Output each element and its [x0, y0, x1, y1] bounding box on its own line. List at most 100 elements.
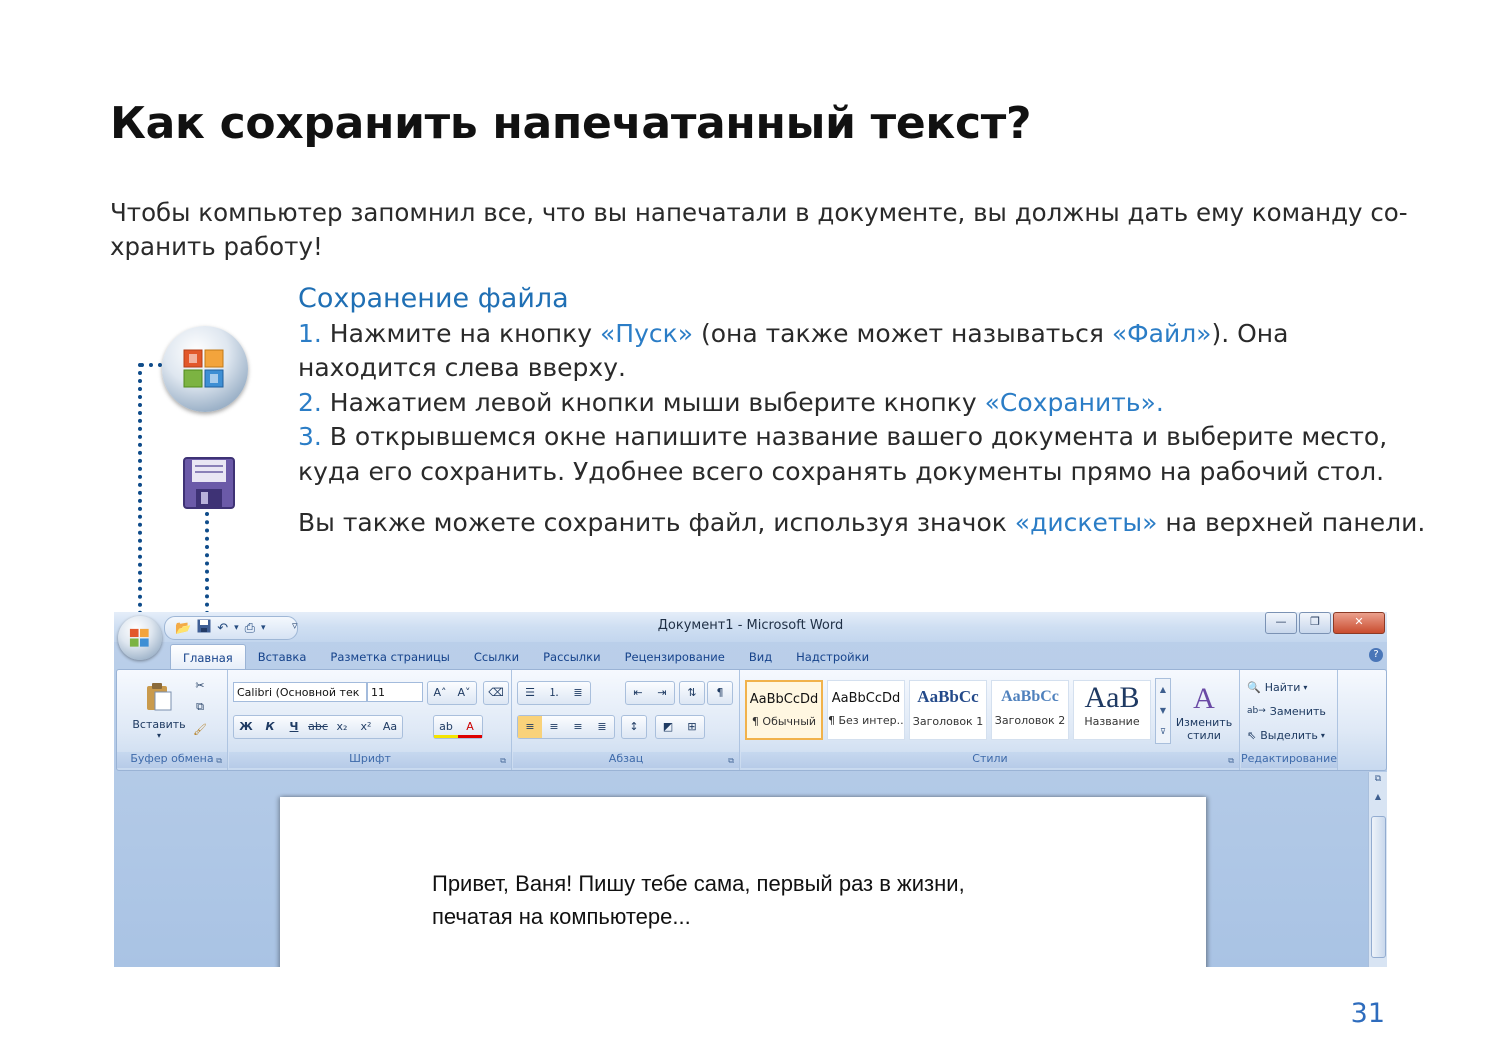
help-icon[interactable]: ? [1369, 648, 1383, 662]
document-text[interactable]: Привет, Ваня! Пишу тебе сама, первый раз… [432, 867, 1132, 933]
tab-home[interactable]: Главная [170, 644, 246, 669]
style-title[interactable]: AaB Название [1073, 680, 1151, 740]
shrink-font-icon[interactable]: A˅ [452, 682, 476, 704]
format-painter-icon[interactable]: 🖌 [191, 720, 209, 738]
restore-icon[interactable]: ❐ [1299, 612, 1331, 634]
pilcrow-icon[interactable]: ¶ [708, 682, 732, 704]
select-icon: ⇖ [1247, 728, 1257, 742]
grow-font-icon[interactable]: A˄ [428, 682, 452, 704]
sort-button: ⇅ [679, 681, 705, 705]
increase-indent-icon[interactable]: ⇥ [650, 682, 674, 704]
align-right-icon[interactable]: ≡ [566, 716, 590, 738]
decrease-indent-icon[interactable]: ⇤ [626, 682, 650, 704]
bold-icon[interactable]: Ж [234, 716, 258, 738]
find-icon: 🔍 [1247, 680, 1261, 694]
font-size-select[interactable]: 11 [367, 682, 423, 702]
tab-addins[interactable]: Надстройки [784, 642, 881, 669]
tab-insert[interactable]: Вставка [246, 642, 319, 669]
clear-formatting-icon[interactable]: ⌫ [484, 682, 508, 704]
print-icon[interactable]: ⎙ [245, 621, 255, 636]
style-title-name: Название [1084, 715, 1140, 728]
line-spacing-button: ↕ [621, 715, 647, 739]
tab-page-layout[interactable]: Разметка страницы [318, 642, 461, 669]
styles-down-icon[interactable]: ▼ [1156, 700, 1170, 721]
change-case-icon[interactable]: Aa [378, 716, 402, 738]
tab-view[interactable]: Вид [737, 642, 784, 669]
style-title-sample: AaB [1084, 681, 1140, 714]
scroll-thumb[interactable] [1371, 816, 1386, 958]
numbering-icon[interactable]: ⒈ [542, 682, 566, 704]
align-left-icon[interactable]: ≡ [518, 716, 542, 738]
clear-format: ⌫ [483, 681, 509, 705]
font-color-buttons: ab A [433, 715, 483, 739]
group-paragraph: ☰ ⒈ ≣ ⇤ ⇥ ⇅ ¶ ≡ ≡ ≡ ≣ ↕ ◩ ⊞ Абзац ⧉ [513, 670, 740, 770]
section-title: Сохранение файла [298, 283, 569, 314]
customize-qat-icon[interactable]: ▿ [292, 619, 298, 632]
sort-icon[interactable]: ⇅ [680, 682, 704, 704]
font-launcher-icon[interactable]: ⧉ [500, 756, 506, 766]
multilevel-list-icon[interactable]: ≣ [566, 682, 590, 704]
align-buttons: ≡ ≡ ≡ ≣ [517, 715, 615, 739]
strikethrough-icon[interactable]: abc [306, 716, 330, 738]
document-page[interactable]: Привет, Ваня! Пишу тебе сама, первый раз… [280, 797, 1206, 967]
paste-dropdown-icon: ▾ [156, 731, 161, 740]
paragraph-launcher-icon[interactable]: ⧉ [728, 756, 734, 766]
highlight-icon[interactable]: ab [434, 716, 458, 738]
qat-more-dropdown-icon[interactable]: ▾ [261, 623, 266, 633]
line-spacing-icon[interactable]: ↕ [622, 716, 646, 738]
clipboard-launcher-icon[interactable]: ⧉ [216, 756, 222, 766]
underline-icon[interactable]: Ч [282, 716, 306, 738]
align-center-icon[interactable]: ≡ [542, 716, 566, 738]
close-icon[interactable]: ✕ [1333, 612, 1385, 634]
undo-dropdown-icon[interactable]: ▾ [234, 623, 239, 633]
step-1: 1. Нажмите на кнопку «Пуск» (она также м… [298, 317, 1428, 386]
extra-tip-text-b: на верхней панели. [1157, 508, 1426, 537]
shading-icon[interactable]: ◩ [656, 716, 680, 738]
styles-up-icon[interactable]: ▲ [1156, 679, 1170, 700]
group-styles: AaBbCcDd ¶ Обычный AaBbCcDd ¶ Без интер.… [741, 670, 1240, 770]
paste-label: Вставить [132, 718, 186, 731]
paste-button[interactable]: Вставить ▾ [131, 676, 187, 746]
bullets-icon[interactable]: ☰ [518, 682, 542, 704]
italic-icon[interactable]: К [258, 716, 282, 738]
ruler-toggle-icon[interactable]: ⧉ [1369, 774, 1387, 784]
tab-review[interactable]: Рецензирование [613, 642, 737, 669]
style-heading-1[interactable]: AaBbCc Заголовок 1 [909, 680, 987, 740]
find-button[interactable]: 🔍 Найти ▾ [1247, 678, 1307, 696]
style-heading-1-sample: AaBbCc [917, 687, 979, 706]
save-icon[interactable] [197, 619, 211, 637]
style-normal[interactable]: AaBbCcDd ¶ Обычный [745, 680, 823, 740]
font-color-icon[interactable]: A [458, 716, 482, 738]
style-no-spacing[interactable]: AaBbCcDd ¶ Без интер... [827, 680, 905, 740]
superscript-icon[interactable]: x² [354, 716, 378, 738]
vertical-scrollbar[interactable]: ⧉ ▲ [1368, 772, 1387, 967]
group-label-styles: Стили [741, 752, 1239, 768]
step-1-text-b: (она также может называться [693, 318, 1112, 348]
change-styles-button[interactable]: A Изменить стили [1175, 674, 1233, 750]
step-3-number: 3. [298, 422, 322, 451]
open-folder-icon[interactable]: 📂 [175, 621, 191, 636]
select-button[interactable]: ⇖ Выделить ▾ [1247, 726, 1325, 744]
page-title: Как сохранить напечатанный текст? [110, 98, 1032, 149]
step-2-text: Нажатием левой кнопки мыши выберите кноп… [321, 387, 985, 417]
styles-more-icon[interactable]: ⊽ [1156, 721, 1170, 742]
scroll-up-icon[interactable]: ▲ [1369, 792, 1387, 801]
cut-icon[interactable]: ✂ [191, 676, 209, 694]
copy-icon[interactable]: ⧉ [191, 698, 209, 716]
group-label-paragraph: Абзац [513, 752, 739, 768]
borders-icon[interactable]: ⊞ [680, 716, 704, 738]
shading-borders: ◩ ⊞ [655, 715, 705, 739]
style-heading-2[interactable]: AaBbCc Заголовок 2 [991, 680, 1069, 740]
tab-mailings[interactable]: Рассылки [531, 642, 612, 669]
tab-references[interactable]: Ссылки [462, 642, 531, 669]
subscript-icon[interactable]: x₂ [330, 716, 354, 738]
font-name-select[interactable]: Calibri (Основной тек [233, 682, 367, 702]
group-label-font: Шрифт [229, 752, 511, 768]
step-3: 3. В открывшемся окне напишите название … [298, 420, 1428, 489]
justify-icon[interactable]: ≣ [590, 716, 614, 738]
minimize-icon[interactable]: — [1265, 612, 1297, 634]
replace-button[interactable]: ab→ Заменить [1247, 702, 1326, 720]
styles-launcher-icon[interactable]: ⧉ [1228, 756, 1234, 766]
office-button[interactable] [118, 616, 162, 660]
undo-icon[interactable]: ↶ [217, 621, 228, 636]
